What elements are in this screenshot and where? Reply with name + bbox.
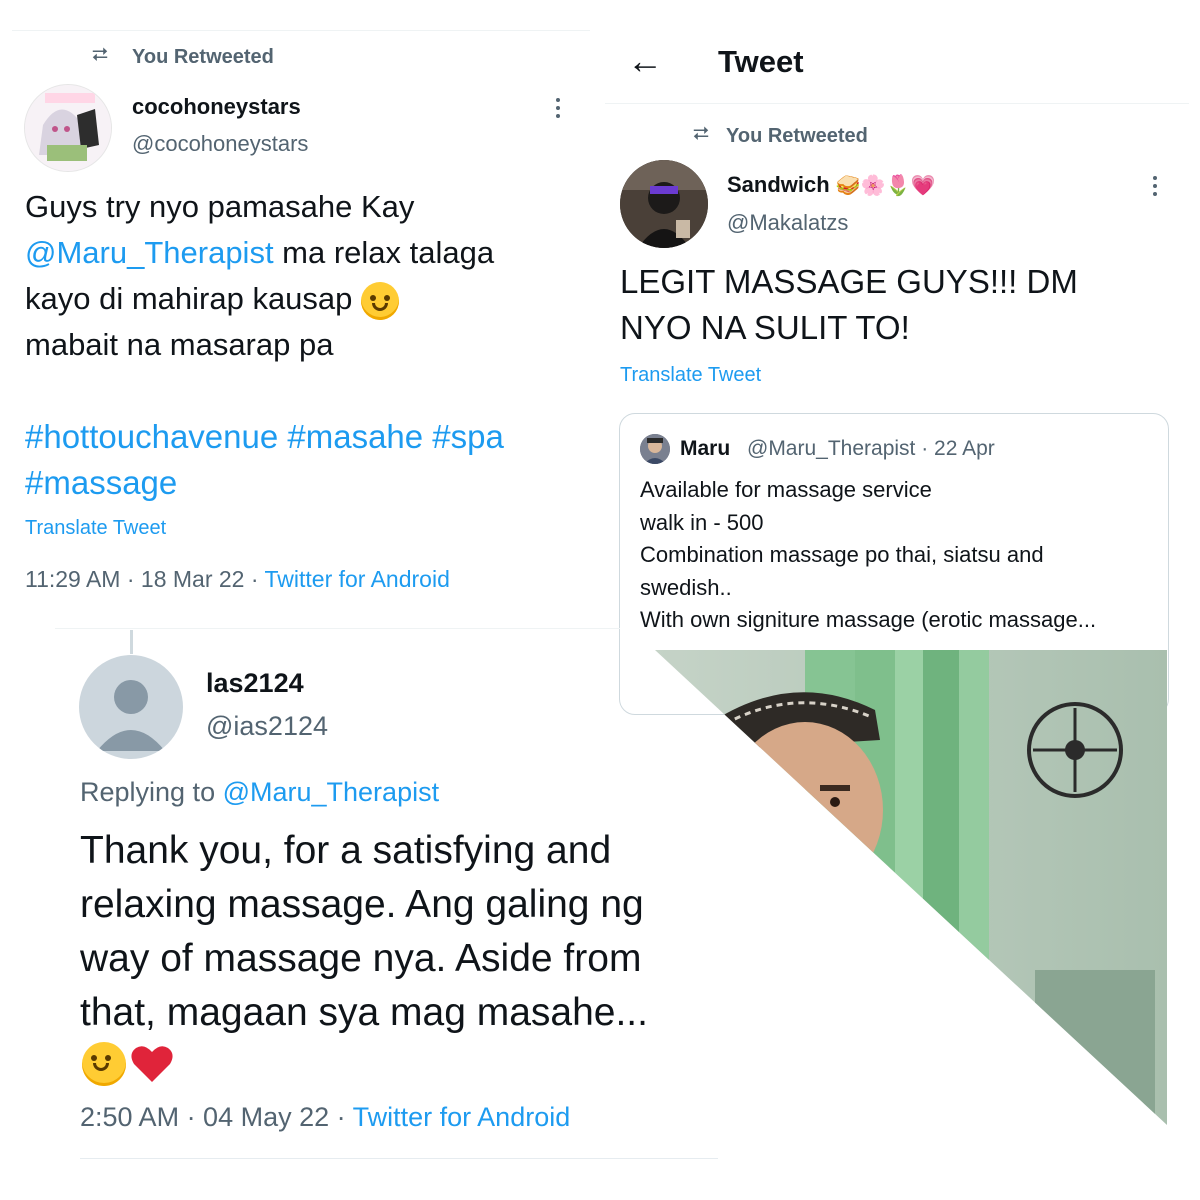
tweet-text-line: NYO NA SULIT TO! [620,309,910,346]
avatar-cocohoneystars[interactable] [24,84,112,172]
default-avatar-silhouette [97,680,165,751]
avatar-sandwich[interactable] [620,160,708,248]
tweet-text-line: LEGIT MASSAGE GUYS!!! DM [620,263,1078,300]
source-link[interactable]: Twitter for Android [265,566,450,592]
tweet-text: LEGIT MASSAGE GUYS!!! DM NYO NA SULIT TO… [620,259,1078,351]
quote-handle-date[interactable]: @Maru_Therapist · 22 Apr [747,437,995,461]
header-title: Tweet [718,44,804,79]
thread-line [130,630,133,654]
heart-emoji [131,1046,174,1082]
user-handle[interactable]: @ias2124 [206,711,328,742]
quote-text: Available for massage service walk in - … [640,474,1160,637]
tweet-text-line: @Maru_Therapist ma relax talaga [25,230,595,276]
more-icon[interactable] [556,98,560,118]
timestamp[interactable]: 2:50 AM · 04 May 22 · [80,1102,353,1132]
display-name-row[interactable]: Sandwich 🥪🌸🌷💗 [727,172,935,198]
bottom-divider [80,1158,718,1159]
tweet-text: Thank you, for a satisfying and relaxing… [80,824,720,1040]
translate-tweet-link[interactable]: Translate Tweet [25,517,166,540]
hashtag-line[interactable]: #massage [25,460,504,506]
more-icon[interactable] [1153,176,1157,196]
display-name[interactable]: Sandwich [727,172,830,197]
translate-tweet-link[interactable]: Translate Tweet [620,364,761,387]
replying-prefix: Replying to [80,777,223,807]
emoji-row [82,1042,174,1088]
avatar-maru[interactable] [640,434,670,464]
tweet-card-las2124[interactable]: las2124 @ias2124 Replying to @Maru_Thera… [55,628,725,1168]
tweet-text-line: relaxing massage. Ang galing ng [80,883,644,926]
quote-line: walk in - 500 [640,509,764,535]
quoted-photo[interactable] [655,650,1175,1130]
quote-line: Combination massage po thai, siatsu and [640,542,1044,567]
mention-link[interactable]: @Maru_Therapist [25,235,274,270]
display-name[interactable]: cocohoneystars [132,94,301,120]
blush-smile-emoji [361,281,400,320]
back-arrow-icon[interactable]: ← [627,40,663,82]
photo-avatar-image [620,160,708,248]
mention-link[interactable]: @Maru_Therapist [223,777,440,807]
smile-emoji [82,1042,126,1086]
retweet-label: You Retweeted [132,46,274,68]
timestamp[interactable]: 11:29 AM · 18 Mar 22 · [25,566,265,592]
retweet-icon: ⮂ [92,44,108,66]
section-divider [55,628,620,629]
hashtags[interactable]: #hottouchavenue #masahe #spa #massage [25,414,504,506]
tweet-text-fragment: kayo di mahirap kausap [25,281,353,316]
tweet-card-cocohoneystars[interactable]: ⮂ You Retweeted cocohoneystars @cocohone… [0,0,600,610]
tweet-text-line: Thank you, for a satisfying and [80,829,612,872]
tweet-text: Guys try nyo pamasahe Kay @Maru_Therapis… [25,184,595,368]
tweet-card-sandwich[interactable]: ← Tweet ⮂ You Retweeted Sandwich 🥪🌸🌷💗 @M… [605,0,1200,715]
header-divider [605,103,1189,104]
name-emojis: 🥪🌸🌷💗 [835,175,936,197]
retweet-icon: ⮂ [693,123,709,145]
user-handle[interactable]: @cocohoneystars [132,131,308,157]
quote-line: swedish.. [640,574,732,600]
quote-name[interactable]: Maru [680,437,730,461]
default-avatar-icon[interactable] [79,655,183,759]
user-handle[interactable]: @Makalatzs [727,210,848,236]
top-divider [12,30,590,31]
tweet-text-line: kayo di mahirap kausap [25,276,595,322]
quote-line: Available for massage service [640,477,932,502]
anime-avatar-image [25,85,111,171]
tweet-meta: 2:50 AM · 04 May 22 · Twitter for Androi… [80,1102,570,1133]
retweet-label: You Retweeted [726,125,868,147]
tweet-meta: 11:29 AM · 18 Mar 22 · Twitter for Andro… [25,566,450,593]
tweet-text-fragment: ma relax talaga [273,235,495,270]
display-name[interactable]: las2124 [206,668,304,699]
tweet-text-line: Guys try nyo pamasahe Kay [25,189,415,224]
source-link[interactable]: Twitter for Android [353,1102,571,1132]
replying-to: Replying to @Maru_Therapist [80,777,439,808]
photo-avatar-image [640,434,670,464]
hashtag-line[interactable]: #hottouchavenue #masahe #spa [25,414,504,460]
tweet-text-line: that, magaan sya mag masahe... [80,991,648,1034]
tweet-text-line: mabait na masarap pa [25,327,334,362]
tweet-text-line: way of massage nya. Aside from [80,937,642,980]
